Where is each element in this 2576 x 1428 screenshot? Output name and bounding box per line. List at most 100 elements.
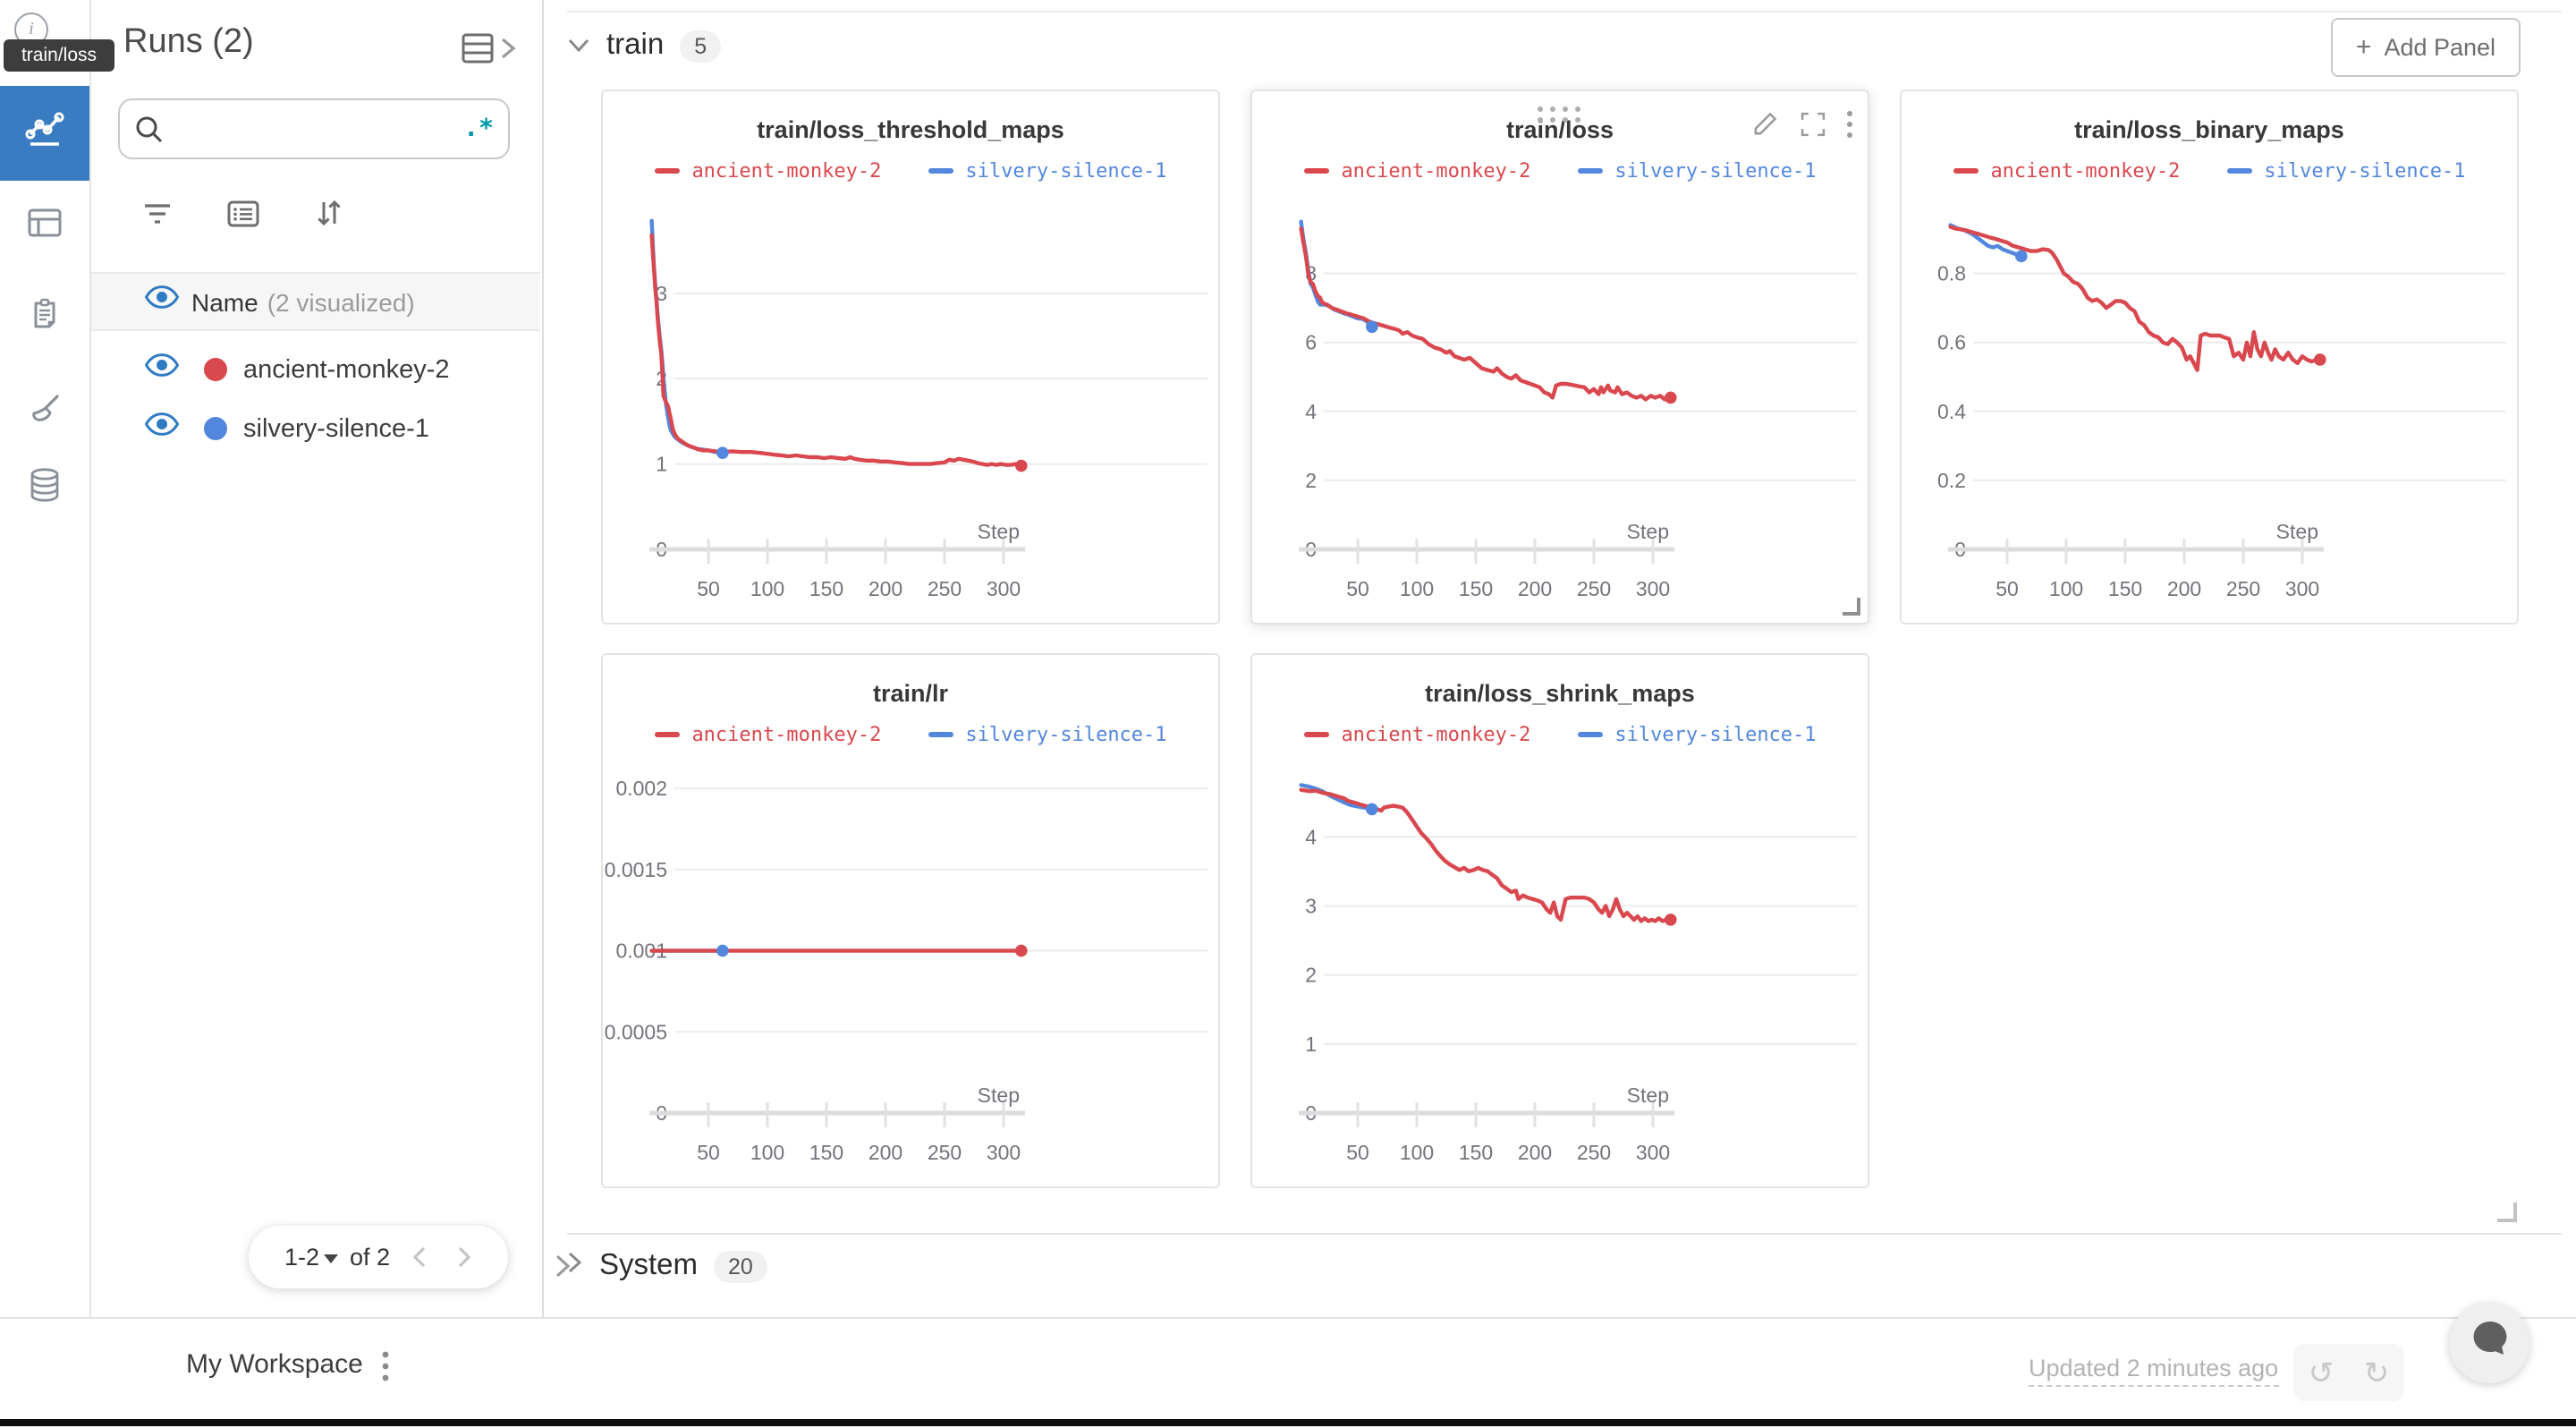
eye-icon[interactable] — [143, 285, 181, 319]
fullscreen-icon[interactable] — [1798, 109, 1828, 149]
chart-panel[interactable]: 4321050100150200250300Steptrain/loss_shr… — [1250, 653, 1869, 1188]
caret-down-icon — [325, 1254, 339, 1262]
run-name-label: ancient-monkey-2 — [243, 355, 450, 384]
svg-text:250: 250 — [1577, 1141, 1611, 1164]
svg-text:250: 250 — [928, 577, 962, 600]
legend-item[interactable]: silvery-silence-1 — [1577, 723, 1816, 746]
add-panel-button[interactable]: + Add Panel — [2331, 18, 2521, 77]
sidebar-item-logs[interactable] — [0, 272, 89, 367]
section-header-system[interactable]: System 20 — [567, 1249, 767, 1283]
eye-icon[interactable] — [143, 353, 181, 387]
legend-item[interactable]: ancient-monkey-2 — [654, 159, 881, 183]
legend-label: ancient-monkey-2 — [691, 723, 881, 746]
chart-panel[interactable]: 321050100150200250300Steptrain/loss_thre… — [601, 89, 1220, 625]
chart-panel[interactable]: 8642050100150200250300Steptrain/lossanci… — [1250, 89, 1869, 625]
x-axis-label: Step — [2276, 520, 2318, 543]
kebab-menu-icon[interactable] — [1846, 109, 1853, 149]
svg-text:4: 4 — [1305, 400, 1317, 423]
legend-item[interactable]: silvery-silence-1 — [1577, 159, 1816, 183]
legend-swatch — [1577, 168, 1602, 174]
svg-text:100: 100 — [1400, 577, 1434, 600]
section-header-train[interactable]: train 5 — [567, 29, 721, 63]
svg-text:3: 3 — [1305, 894, 1317, 917]
run-name-label: silvery-silence-1 — [243, 414, 429, 443]
run-search-box[interactable]: .* — [118, 98, 510, 159]
panel-resize-handle[interactable] — [1843, 598, 1860, 616]
chevron-right-icon — [499, 36, 517, 70]
artifacts-database-icon — [23, 463, 66, 515]
logs-clipboard-icon — [23, 293, 66, 345]
updated-status[interactable]: Updated 2 minutes ago — [2029, 1355, 2278, 1387]
runs-table-toggle-button[interactable] — [458, 29, 517, 77]
add-panel-label: Add Panel — [2384, 34, 2496, 61]
chart-title: train/lr — [603, 680, 1218, 707]
svg-text:2: 2 — [1305, 964, 1317, 987]
group-list-icon[interactable] — [225, 198, 261, 237]
run-search-input[interactable] — [175, 114, 463, 144]
svg-text:50: 50 — [1996, 577, 2019, 600]
svg-text:50: 50 — [1346, 1141, 1369, 1164]
legend-label: silvery-silence-1 — [965, 159, 1166, 183]
svg-text:0.2: 0.2 — [1937, 469, 1966, 492]
undo-icon[interactable]: ↺ — [2309, 1357, 2334, 1388]
legend-item[interactable]: ancient-monkey-2 — [1303, 723, 1530, 746]
pagination-range-label: 1-2 — [284, 1244, 319, 1271]
legend-swatch — [1303, 168, 1328, 174]
svg-text:300: 300 — [2285, 577, 2319, 600]
svg-text:50: 50 — [697, 577, 720, 600]
workspace-menu-kebab-icon[interactable] — [381, 1349, 390, 1392]
svg-text:2: 2 — [1305, 469, 1317, 492]
legend-item[interactable]: ancient-monkey-2 — [1303, 159, 1530, 183]
svg-text:250: 250 — [1577, 577, 1611, 600]
sort-icon[interactable] — [311, 197, 347, 238]
svg-text:100: 100 — [1400, 1141, 1434, 1164]
section-resize-handle[interactable] — [2497, 1203, 2517, 1222]
legend-item[interactable]: silvery-silence-1 — [928, 723, 1166, 746]
eye-icon[interactable] — [143, 412, 181, 446]
sidebar-item-runs-table[interactable] — [0, 181, 89, 276]
pagination: 1-2 of 2 — [249, 1226, 508, 1288]
legend-item[interactable]: ancient-monkey-2 — [1953, 159, 2180, 183]
svg-text:100: 100 — [750, 1141, 784, 1164]
pagination-prev-button[interactable] — [411, 1245, 428, 1269]
filter-icon[interactable] — [140, 198, 175, 237]
x-axis-label: Step — [1627, 1084, 1669, 1107]
visualized-count-label: (2 visualized) — [267, 287, 415, 316]
svg-text:200: 200 — [1518, 577, 1552, 600]
sidebar-item-workspace-charts[interactable] — [0, 86, 89, 181]
svg-text:250: 250 — [2226, 577, 2260, 600]
svg-text:200: 200 — [869, 1141, 902, 1164]
pagination-of-label: of 2 — [350, 1244, 390, 1271]
redo-icon[interactable]: ↻ — [2364, 1357, 2390, 1388]
chart-panel[interactable]: 0.0020.00150.0010.0005050100150200250300… — [601, 653, 1220, 1188]
left-icon-rail: i — [0, 0, 91, 1317]
svg-text:100: 100 — [750, 577, 784, 600]
svg-text:200: 200 — [869, 577, 902, 600]
legend-swatch — [1953, 168, 1978, 174]
edit-pencil-icon[interactable] — [1750, 109, 1780, 149]
chat-support-button[interactable] — [2449, 1303, 2529, 1383]
bottom-edge-strip — [0, 1419, 2576, 1426]
chart-panel[interactable]: 0.80.60.40.2050100150200250300Steptrain/… — [1900, 89, 2519, 625]
sidebar-item-artifacts[interactable] — [0, 442, 89, 537]
legend-label: silvery-silence-1 — [1614, 723, 1816, 746]
section-train-label: train — [606, 29, 664, 63]
legend-item[interactable]: silvery-silence-1 — [928, 159, 1166, 183]
pagination-next-button[interactable] — [456, 1245, 472, 1269]
svg-text:0.8: 0.8 — [1937, 262, 1966, 285]
legend-item[interactable]: ancient-monkey-2 — [654, 723, 881, 746]
pagination-range-dropdown[interactable]: 1-2 — [284, 1244, 339, 1271]
section-top-divider — [567, 11, 2562, 13]
legend-swatch — [2226, 168, 2251, 174]
svg-text:300: 300 — [1636, 577, 1670, 600]
legend-label: ancient-monkey-2 — [1341, 723, 1530, 746]
chevron-down-icon — [567, 30, 590, 62]
line-chart-icon — [21, 106, 68, 161]
run-row[interactable]: ancient-monkey-2 — [89, 340, 540, 399]
run-row[interactable]: silvery-silence-1 — [89, 399, 540, 458]
legend-item[interactable]: silvery-silence-1 — [2226, 159, 2465, 183]
wandb-workspace: i — [0, 0, 2576, 1426]
svg-text:50: 50 — [1346, 577, 1369, 600]
bottom-bar: My Workspace Updated 2 minutes ago ↺ ↻ — [0, 1317, 2576, 1428]
regex-icon[interactable]: .* — [463, 115, 494, 143]
